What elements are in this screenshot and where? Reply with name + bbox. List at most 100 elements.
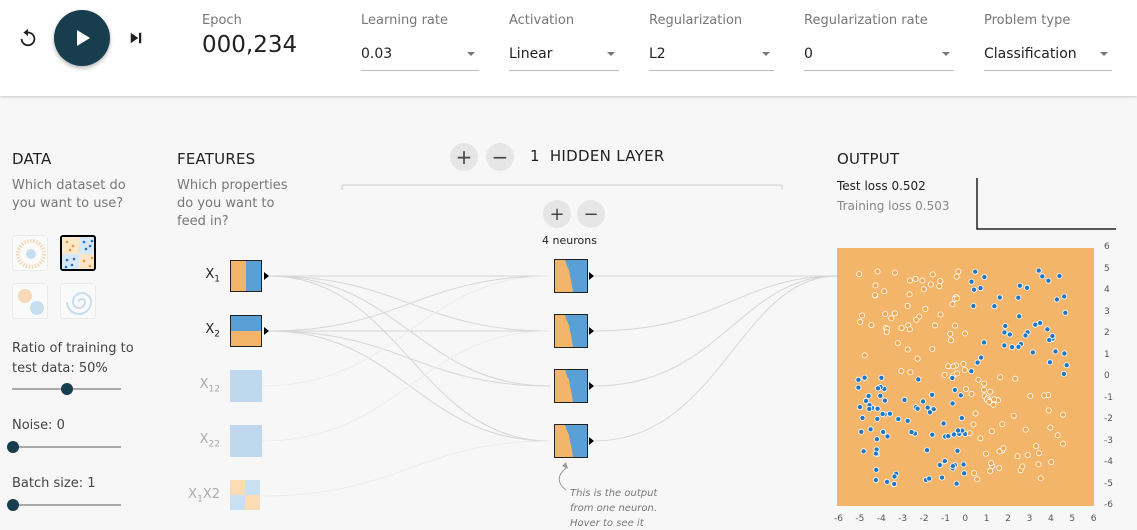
neuron-3[interactable]	[554, 369, 588, 403]
data-point	[949, 374, 956, 381]
feature-x2-squared[interactable]	[230, 425, 262, 457]
x-tick: 0	[962, 514, 969, 524]
data-point	[954, 295, 961, 302]
data-point	[1049, 333, 1056, 340]
data-point	[855, 376, 862, 383]
data-point	[949, 301, 956, 308]
data-point	[914, 405, 921, 412]
data-point	[894, 340, 901, 347]
feature-x2-squared-label: X22	[199, 432, 220, 450]
data-point	[1002, 323, 1009, 330]
data-point	[874, 268, 881, 275]
data-point	[990, 401, 997, 408]
data-point	[929, 271, 936, 278]
data-point	[1045, 407, 1052, 414]
data-point	[941, 371, 948, 378]
y-tick: 5	[1104, 263, 1110, 274]
plus-icon: +	[455, 145, 473, 169]
data-point	[1014, 453, 1021, 460]
data-point	[904, 417, 911, 424]
data-point	[929, 431, 936, 438]
feature-x1-label: X1	[205, 267, 220, 285]
neuron-3-port	[589, 382, 594, 390]
neuron-callout: This is the output from one neuron. Hove…	[570, 486, 657, 530]
data-point	[920, 398, 927, 405]
data-point	[866, 405, 873, 412]
x-tick: -6	[834, 514, 843, 524]
data-point	[867, 426, 874, 433]
data-point	[858, 428, 865, 435]
data-point	[881, 397, 888, 404]
data-point	[1001, 342, 1008, 349]
data-point	[883, 329, 890, 336]
loss-sparkline	[976, 178, 1116, 230]
x-tick: -5	[855, 514, 865, 524]
neuron-4[interactable]	[554, 424, 588, 458]
neuron-3-heatmap	[555, 370, 587, 402]
data-point	[947, 330, 954, 337]
data-point	[1045, 277, 1052, 284]
data-point	[901, 396, 908, 403]
plus-icon: +	[549, 203, 565, 225]
data-point	[1061, 350, 1068, 357]
data-point	[945, 363, 952, 370]
data-point	[996, 464, 1003, 471]
feature-x1-squared[interactable]	[230, 370, 262, 402]
data-point	[872, 450, 879, 457]
data-point	[937, 278, 944, 285]
data-point	[881, 288, 888, 295]
data-point	[954, 447, 961, 454]
data-point	[953, 273, 960, 280]
data-point	[951, 386, 958, 393]
data-point	[875, 385, 882, 392]
data-point	[891, 480, 898, 487]
data-point	[1047, 424, 1054, 431]
data-point	[945, 433, 952, 440]
neuron-1[interactable]	[554, 259, 588, 293]
feature-x2[interactable]	[230, 315, 262, 347]
data-point	[1056, 272, 1063, 279]
feature-x1x2-label: X1X2	[188, 487, 220, 505]
neuron-2[interactable]	[554, 314, 588, 348]
data-point	[929, 346, 936, 353]
data-point	[1019, 463, 1026, 470]
data-point	[950, 431, 957, 438]
data-point	[914, 355, 921, 362]
data-point	[891, 310, 898, 317]
data-point	[991, 303, 998, 310]
data-point	[968, 390, 975, 397]
y-tick: 0	[1104, 371, 1110, 381]
data-point	[926, 475, 933, 482]
remove-neuron-button[interactable]: −	[577, 200, 605, 228]
data-point	[906, 291, 913, 298]
data-point	[997, 374, 1004, 381]
add-layer-button[interactable]: +	[450, 143, 478, 171]
data-point	[1035, 267, 1042, 274]
data-point	[1016, 282, 1023, 289]
data-point	[1046, 359, 1053, 366]
data-point	[929, 391, 936, 398]
output-title: OUTPUT	[837, 150, 900, 168]
data-point	[960, 461, 967, 468]
feature-x1[interactable]	[230, 260, 262, 292]
data-point	[888, 315, 895, 322]
add-neuron-button[interactable]: +	[543, 200, 571, 228]
data-point	[877, 392, 884, 399]
data-point	[1035, 461, 1042, 468]
data-point	[974, 476, 981, 483]
data-point	[962, 330, 969, 337]
data-point	[861, 352, 868, 359]
feature-x1x2[interactable]	[230, 480, 262, 512]
feature-x1-heatmap	[231, 261, 261, 291]
callout-line: This is the output	[570, 488, 658, 499]
x-tick: -3	[898, 514, 908, 524]
remove-layer-button[interactable]: −	[486, 143, 514, 171]
data-point	[963, 385, 970, 392]
x-tick: -1	[941, 514, 950, 524]
y-tick: -4	[1104, 457, 1113, 467]
data-point	[886, 410, 893, 417]
hidden-layer-title: 1 HIDDEN LAYER	[530, 147, 665, 165]
data-point	[1006, 331, 1013, 338]
callout-line: Hover to see it	[570, 518, 644, 529]
x-tick: 2	[1005, 514, 1011, 524]
